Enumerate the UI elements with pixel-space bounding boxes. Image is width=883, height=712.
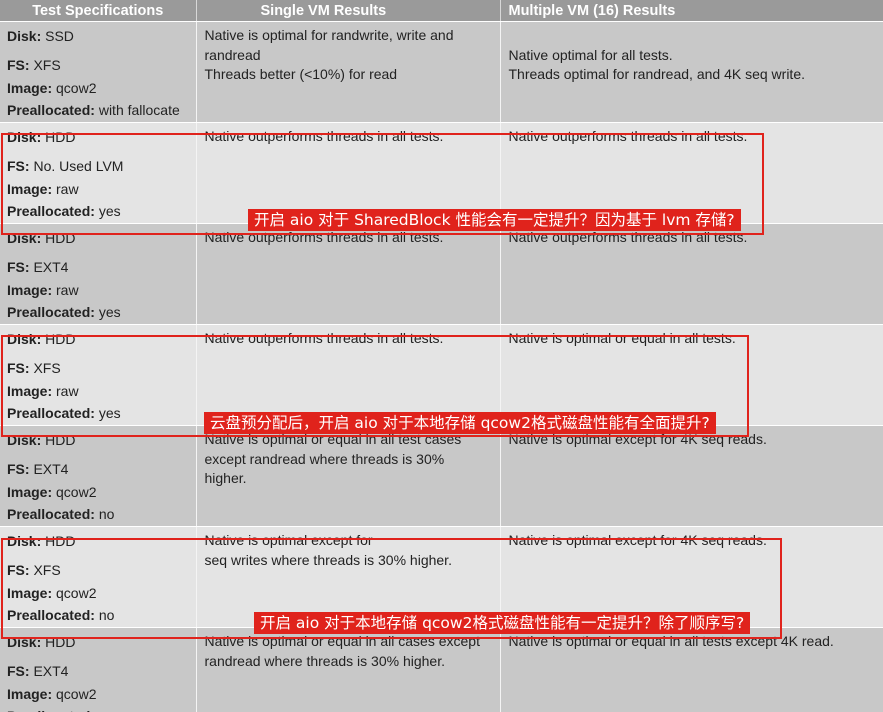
multi-vm-result-line: Threads optimal for randread, and 4K seq… bbox=[508, 66, 806, 82]
spec-image-label: Image: bbox=[7, 686, 53, 702]
spec-image-label: Image: bbox=[7, 282, 53, 298]
spec-prealloc-label: Preallocated: bbox=[7, 102, 95, 118]
spec-disk-label: Disk: bbox=[7, 28, 42, 44]
spec-fs-line: FS: XFS bbox=[7, 56, 61, 76]
annotation-local-qcow2: 开启 aio 对于本地存储 qcow2格式磁盘性能有一定提升？除了顺序写? bbox=[254, 612, 751, 634]
spec-cell: Disk: HDD FS: EXT4 Image: raw Preallocated:… bbox=[0, 223, 197, 325]
spec-fs-line: FS: EXT4 bbox=[7, 662, 68, 682]
spec-cell: Disk: HDDFS: EXT4Image: qcow2Preallocate… bbox=[0, 425, 197, 527]
spec-disk-line: Disk: SSD bbox=[7, 27, 74, 47]
single-vm-result: Native is optimal for randwrite, write a… bbox=[196, 21, 501, 123]
multi-vm-result: Native is optimal or equal in all tests … bbox=[500, 627, 883, 712]
single-vm-result: Native is optimal or equal in all test c… bbox=[196, 425, 501, 527]
multi-vm-result: Native optimal for all tests. Threads opt… bbox=[500, 21, 883, 123]
single-vm-result-line: Threads better (<10%) for read bbox=[204, 66, 398, 82]
header-test-specifications: Test Specifications bbox=[0, 0, 197, 22]
spec-disk-value: SSD bbox=[45, 28, 74, 44]
spec-prealloc-line: Preallocated: no bbox=[7, 505, 114, 525]
multi-vm-result: Native is optimal except for 4K seq read… bbox=[500, 425, 883, 527]
spec-image-line: Image: qcow2 bbox=[7, 483, 96, 503]
spec-fs-value: XFS bbox=[33, 57, 61, 73]
table-row: Disk: HDD FS: EXT4 Image: raw Preallocated:… bbox=[0, 223, 883, 325]
spec-prealloc-line: Preallocated: bbox=[7, 707, 95, 712]
spec-image-value: qcow2 bbox=[56, 686, 97, 702]
spec-image-label: Image: bbox=[7, 80, 53, 96]
spec-prealloc-value: with fallocate bbox=[98, 102, 180, 118]
spec-fs-value: EXT4 bbox=[33, 663, 69, 679]
spec-fs-line: FS: EXT4 bbox=[7, 258, 68, 278]
header-multiple-vm-results: Multiple VM (16) Results bbox=[500, 0, 883, 22]
multi-vm-result: Native outperforms threads in all tests. bbox=[500, 223, 883, 325]
spec-prealloc-label: Preallocated: bbox=[7, 708, 95, 712]
spec-fs-label: FS: bbox=[7, 259, 30, 275]
spec-prealloc-line: Preallocated: yes bbox=[7, 303, 121, 323]
spec-prealloc-label: Preallocated: bbox=[7, 304, 95, 320]
table-header: Test Specifications Single VM Results Mu… bbox=[0, 0, 883, 22]
table-row: Disk: HDDFS: EXT4Image: qcow2Preallocate… bbox=[0, 627, 883, 712]
single-vm-result-line: Native is optimal for randwrite, write a… bbox=[204, 27, 454, 43]
spec-fs-value: EXT4 bbox=[33, 461, 69, 477]
single-vm-result: Native is optimal or equal in all cases … bbox=[196, 627, 501, 712]
spec-fs-label: FS: bbox=[7, 461, 30, 477]
spec-prealloc-line: Preallocated: with fallocate bbox=[7, 101, 180, 121]
spec-prealloc-label: Preallocated: bbox=[7, 506, 95, 522]
multi-vm-result-line bbox=[509, 26, 877, 46]
single-vm-result-line: higher. bbox=[204, 470, 247, 486]
spec-fs-label: FS: bbox=[7, 57, 30, 73]
single-vm-result-line: randread where threads is 30% higher. bbox=[204, 652, 445, 669]
spec-cell: Disk: SSD FS: XFS Image: qcow2 Preallocated… bbox=[0, 21, 197, 123]
spec-image-value: raw bbox=[56, 282, 79, 298]
spec-prealloc-value: yes bbox=[98, 304, 121, 320]
single-vm-result-line: randread bbox=[204, 46, 261, 63]
spec-cell: Disk: HDDFS: EXT4Image: qcow2Preallocate… bbox=[0, 627, 197, 712]
spec-image-label: Image: bbox=[7, 484, 53, 500]
annotation-preallocated-qcow2: 云盘预分配后，开启 aio 对于本地存储 qcow2格式磁盘性能有全面提升? bbox=[204, 412, 716, 434]
spec-image-value: qcow2 bbox=[56, 484, 97, 500]
header-single-vm-results: Single VM Results bbox=[196, 0, 501, 22]
spec-image-line: Image: raw bbox=[7, 281, 79, 301]
annotation-sharedblock: 开启 aio 对于 SharedBlock 性能会有一定提升？因为基于 lvm … bbox=[248, 209, 741, 231]
spec-fs-label: FS: bbox=[7, 663, 30, 679]
spec-image-value: qcow2 bbox=[56, 80, 97, 96]
table-row: Disk: SSD FS: XFS Image: qcow2 Preallocated… bbox=[0, 21, 883, 123]
spec-fs-value: EXT4 bbox=[33, 259, 69, 275]
spec-prealloc-value: no bbox=[98, 506, 115, 522]
spec-comparison-page: Test Specifications Single VM Results Mu… bbox=[0, 0, 883, 712]
single-vm-result: Native outperforms threads in all tests. bbox=[196, 223, 501, 325]
spec-image-line: Image: qcow2 bbox=[7, 79, 96, 99]
table-row: Disk: HDDFS: EXT4Image: qcow2Preallocate… bbox=[0, 425, 883, 527]
single-vm-result-line: except randread where threads is 30% bbox=[204, 450, 445, 467]
spec-fs-line: FS: EXT4 bbox=[7, 460, 68, 480]
multi-vm-result-line: Native optimal for all tests. bbox=[508, 46, 673, 63]
spec-image-line: Image: qcow2 bbox=[7, 685, 96, 705]
